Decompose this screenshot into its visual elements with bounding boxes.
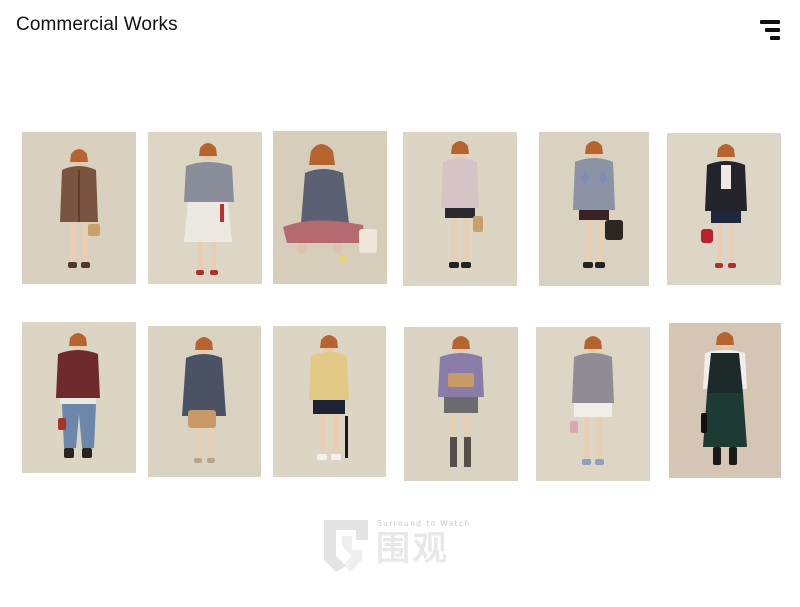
photo-figure-grey-cardigan [148, 132, 262, 284]
photo-figure-lilac-cardigan [404, 327, 518, 481]
photo-figure-navy-cardigan [148, 326, 261, 477]
gallery-photo[interactable] [667, 133, 781, 285]
gallery-photo[interactable] [22, 322, 136, 473]
photo-figure-black-vest [669, 323, 781, 478]
gallery-photo[interactable] [148, 132, 262, 284]
photo-figure-seated [273, 131, 387, 284]
gallery-photo[interactable] [273, 326, 386, 477]
gallery-photo[interactable] [148, 326, 261, 477]
gallery-photo[interactable] [403, 132, 517, 286]
gallery-photo[interactable] [536, 327, 650, 481]
gallery-photo[interactable] [404, 327, 518, 481]
gallery-photo[interactable] [669, 323, 781, 478]
watermark: Surround to Watch 围观 [322, 516, 482, 578]
photo-figure-burgundy-sweater [22, 322, 136, 473]
watermark-tagline: Surround to Watch [377, 519, 471, 528]
photo-figure-pink-cardigan [403, 132, 517, 286]
photo-figure-yellow-knit [273, 326, 386, 477]
watermark-name: 围观 [376, 529, 450, 569]
gallery-photo[interactable] [22, 132, 136, 284]
menu-button[interactable] [756, 18, 780, 46]
gallery-photo[interactable] [273, 131, 387, 284]
page-title: Commercial Works [16, 14, 178, 35]
watermark-logo-icon [324, 520, 368, 572]
photo-figure-argyle [539, 132, 649, 286]
photo-figure-coat [22, 132, 136, 284]
photo-figure-black-jacket [667, 133, 781, 285]
gallery-photo[interactable] [539, 132, 649, 286]
photo-figure-grey-cardigan-2 [536, 327, 650, 481]
